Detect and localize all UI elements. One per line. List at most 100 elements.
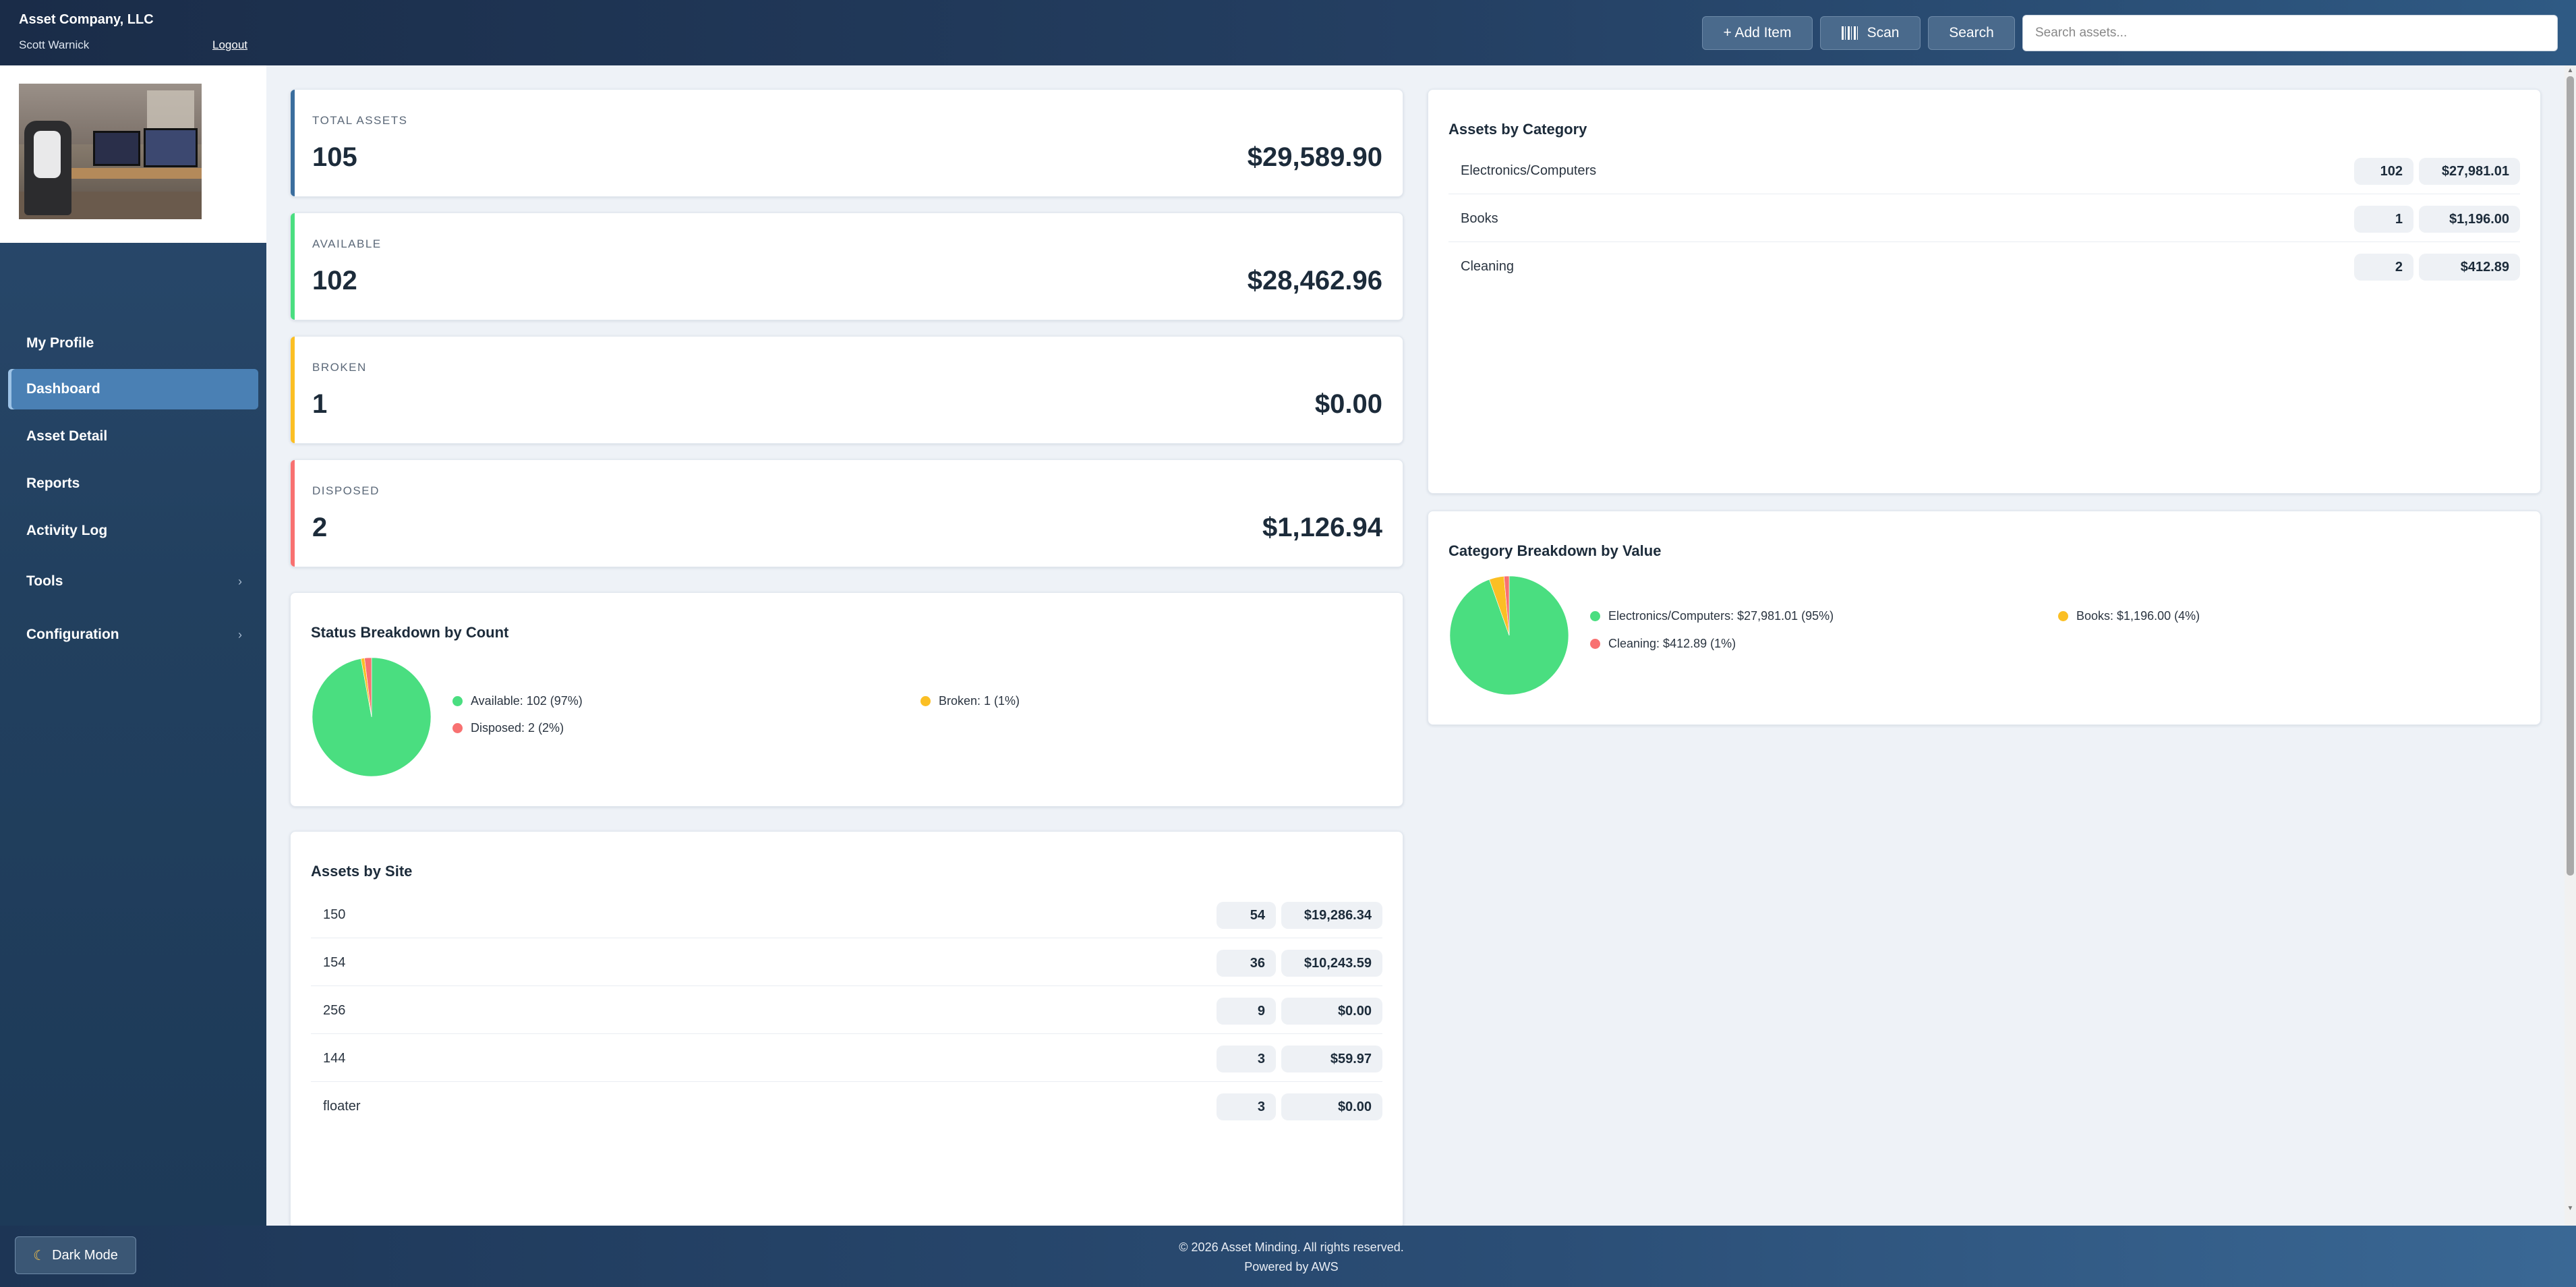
sidebar-item-tools[interactable]: Tools › — [8, 561, 258, 602]
legend-label: Books: $1,196.00 (4%) — [2076, 609, 2200, 623]
stat-count: 102 — [312, 266, 357, 295]
available-card: AVAILABLE 102 $28,462.96 — [290, 212, 1403, 320]
search-button[interactable]: Search — [1928, 16, 2015, 50]
dark-mode-label: Dark Mode — [52, 1247, 118, 1263]
logo-area — [0, 65, 266, 243]
stat-value: $0.00 — [1314, 389, 1382, 419]
stat-label: DISPOSED — [312, 484, 380, 497]
user-name: Scott Warnick — [19, 38, 90, 51]
value-pill: $59.97 — [1281, 1046, 1382, 1072]
row-label: Electronics/Computers — [1461, 163, 1597, 178]
site-row[interactable]: 150 54 $19,286.34 — [311, 891, 1382, 938]
scroll-up-arrow[interactable]: ▲ — [2567, 67, 2574, 74]
count-pill: 9 — [1217, 998, 1276, 1025]
category-pie-chart — [1449, 575, 1569, 695]
sidebar-item-label: Reports — [26, 476, 80, 491]
office-photo — [19, 84, 202, 219]
legend-item-books: Books: $1,196.00 (4%) — [2058, 609, 2200, 623]
sidebar: My Profile Dashboard Asset Detail Report… — [0, 65, 266, 1226]
assets-by-category-card: Assets by Category Electronics/Computers… — [1428, 89, 2541, 494]
row-label: Cleaning — [1461, 259, 1514, 274]
sidebar-item-reports[interactable]: Reports — [8, 463, 258, 504]
sidebar-item-my-profile[interactable]: My Profile — [8, 323, 258, 364]
add-item-button[interactable]: + Add Item — [1702, 16, 1813, 50]
legend-label: Broken: 1 (1%) — [939, 694, 1020, 708]
row-label: floater — [323, 1099, 361, 1114]
company-name: Asset Company, LLC — [19, 12, 154, 27]
sidebar-item-activity-log[interactable]: Activity Log — [8, 511, 258, 551]
sidebar-item-asset-detail[interactable]: Asset Detail — [8, 416, 258, 457]
moon-icon: ☾ — [33, 1248, 46, 1263]
row-label: Books — [1461, 211, 1498, 226]
legend-item-broken: Broken: 1 (1%) — [920, 694, 1020, 708]
search-input[interactable] — [2022, 15, 2558, 51]
category-row[interactable]: Cleaning 2 $412.89 — [1448, 243, 2520, 290]
stat-count: 1 — [312, 389, 328, 419]
stat-count: 105 — [312, 142, 357, 172]
legend-item-electronics: Electronics/Computers: $27,981.01 (95%) — [1590, 609, 1834, 623]
count-pill: 2 — [2354, 254, 2413, 281]
legend-dot — [452, 696, 463, 706]
scan-label: Scan — [1867, 25, 1900, 40]
broken-card: BROKEN 1 $0.00 — [290, 336, 1403, 444]
row-label: 144 — [323, 1051, 346, 1066]
search-button-label: Search — [1949, 25, 1994, 40]
sidebar-item-label: My Profile — [26, 335, 94, 351]
legend-label: Available: 102 (97%) — [471, 694, 583, 708]
count-pill: 102 — [2354, 158, 2413, 185]
total-assets-card: TOTAL ASSETS 105 $29,589.90 — [290, 89, 1403, 197]
legend-item-disposed: Disposed: 2 (2%) — [452, 721, 564, 735]
barcode-icon — [1841, 26, 1858, 40]
legend-item-available: Available: 102 (97%) — [452, 694, 583, 708]
row-label: 154 — [323, 955, 346, 970]
count-pill: 3 — [1217, 1046, 1276, 1072]
value-pill: $10,243.59 — [1281, 950, 1382, 977]
site-row[interactable]: 154 36 $10,243.59 — [311, 939, 1382, 986]
site-list: 150 54 $19,286.34 154 36 $10,243.59 256 … — [291, 891, 1403, 1134]
stat-value: $29,589.90 — [1247, 142, 1382, 172]
value-pill: $1,196.00 — [2419, 206, 2520, 233]
top-bar: Asset Company, LLC Scott Warnick Logout … — [0, 0, 2576, 65]
disposed-card: DISPOSED 2 $1,126.94 — [290, 459, 1403, 567]
value-pill: $19,286.34 — [1281, 902, 1382, 929]
stat-label: BROKEN — [312, 361, 367, 374]
category-list: Electronics/Computers 102 $27,981.01 Boo… — [1428, 147, 2540, 295]
sidebar-item-dashboard[interactable]: Dashboard — [8, 369, 258, 409]
count-pill: 3 — [1217, 1093, 1276, 1120]
value-pill: $27,981.01 — [2419, 158, 2520, 185]
chevron-right-icon: › — [238, 574, 242, 588]
chevron-right-icon: › — [238, 627, 242, 641]
count-pill: 36 — [1217, 950, 1276, 977]
footer: © 2026 Asset Minding. All rights reserve… — [0, 1226, 2576, 1287]
legend-dot — [452, 723, 463, 733]
row-label: 150 — [323, 907, 346, 922]
scrollbar-thumb[interactable] — [2567, 76, 2574, 876]
sidebar-item-configuration[interactable]: Configuration › — [8, 614, 258, 655]
panel-title: Assets by Category — [1448, 121, 1587, 138]
add-item-label: + Add Item — [1723, 25, 1792, 40]
legend-item-cleaning: Cleaning: $412.89 (1%) — [1590, 637, 1736, 651]
stat-value: $28,462.96 — [1247, 266, 1382, 295]
count-pill: 54 — [1217, 902, 1276, 929]
logout-link[interactable]: Logout — [212, 38, 247, 52]
panel-title: Category Breakdown by Value — [1448, 542, 1662, 559]
panel-title: Assets by Site — [311, 863, 413, 880]
legend-dot — [920, 696, 931, 706]
scroll-down-arrow[interactable]: ▼ — [2567, 1205, 2574, 1212]
category-row[interactable]: Books 1 $1,196.00 — [1448, 195, 2520, 242]
site-row[interactable]: 256 9 $0.00 — [311, 987, 1382, 1034]
stat-label: AVAILABLE — [312, 237, 382, 250]
value-pill: $0.00 — [1281, 1093, 1382, 1120]
legend-dot — [1590, 639, 1600, 649]
row-label: 256 — [323, 1003, 346, 1018]
site-row[interactable]: floater 3 $0.00 — [311, 1083, 1382, 1130]
dark-mode-button[interactable]: ☾ Dark Mode — [15, 1236, 136, 1274]
sidebar-item-label: Dashboard — [26, 381, 100, 397]
legend-dot — [1590, 611, 1600, 621]
category-breakdown-card: Category Breakdown by Value Electronics/… — [1428, 511, 2541, 725]
scan-button[interactable]: Scan — [1820, 16, 1921, 50]
legend-label: Disposed: 2 (2%) — [471, 721, 564, 735]
sidebar-item-label: Activity Log — [26, 523, 108, 538]
category-row[interactable]: Electronics/Computers 102 $27,981.01 — [1448, 147, 2520, 194]
site-row[interactable]: 144 3 $59.97 — [311, 1035, 1382, 1082]
